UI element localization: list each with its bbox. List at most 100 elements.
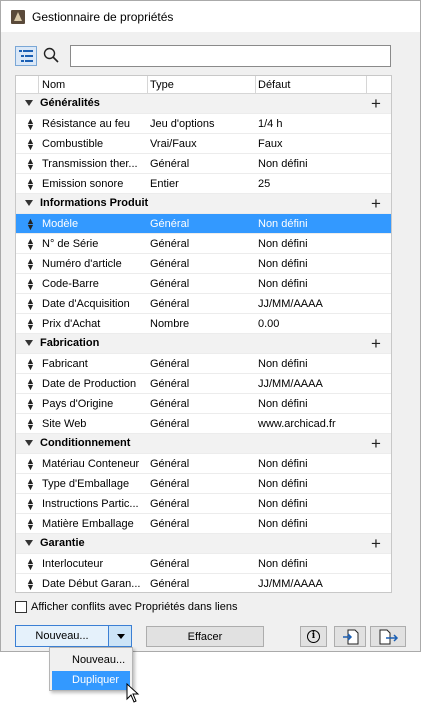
cell-name: Résistance au feu (42, 118, 131, 130)
cell-default: Non défini (258, 278, 308, 290)
group-name: Garantie (40, 537, 85, 549)
cell-default: Non défini (258, 558, 308, 570)
mouse-cursor-icon (126, 683, 140, 703)
cell-type: Général (150, 358, 190, 370)
table-row[interactable]: ▲ ▼ Date de Production Général JJ/MM/AAAA (16, 374, 391, 394)
column-divider[interactable] (147, 76, 148, 94)
collapse-caret-icon[interactable] (25, 540, 33, 546)
clear-button[interactable]: Effacer (146, 626, 264, 647)
add-property-icon[interactable]: + (371, 194, 381, 214)
cell-name: N° de Série (42, 238, 99, 250)
cell-name: Type d'Emballage (42, 478, 130, 490)
cell-name: Date d'Acquisition (42, 298, 130, 310)
table-row[interactable]: ▲ ▼ N° de Série Général Non défini (16, 234, 391, 254)
cell-name: Date Début Garan... (42, 578, 141, 590)
add-property-icon[interactable]: + (371, 434, 381, 454)
column-divider[interactable] (255, 76, 256, 94)
drag-handle-icon[interactable]: ▲ ▼ (26, 137, 35, 152)
search-icon[interactable] (43, 47, 59, 63)
drag-handle-icon[interactable]: ▲ ▼ (26, 157, 35, 172)
cell-name: Numéro d'article (42, 258, 122, 270)
drag-handle-icon[interactable]: ▲ ▼ (26, 257, 35, 272)
table-row[interactable]: ▲ ▼ Date Début Garan... Général JJ/MM/AAAA (16, 574, 391, 592)
drag-handle-icon[interactable]: ▲ ▼ (26, 557, 35, 572)
drag-handle-icon[interactable]: ▲ ▼ (26, 317, 35, 332)
cell-default: JJ/MM/AAAA (258, 378, 323, 390)
show-conflicts-checkbox[interactable] (15, 601, 27, 613)
table-row[interactable]: ▲ ▼ Matériau Conteneur Général Non défini (16, 454, 391, 474)
table-row[interactable]: ▲ ▼ Résistance au feu Jeu d'options 1/4 h (16, 114, 391, 134)
table-body: Généralités + ▲ ▼ Résistance au feu Jeu d'opt… (16, 94, 391, 592)
cell-type: Jeu d'options (150, 118, 215, 130)
drag-handle-icon[interactable]: ▲ ▼ (26, 357, 35, 372)
table-row[interactable]: ▲ ▼ Site Web Général www.archicad.fr (16, 414, 391, 434)
drag-handle-icon[interactable]: ▲ ▼ (26, 577, 35, 592)
table-row[interactable]: ▲ ▼ Type d'Emballage Général Non défini (16, 474, 391, 494)
table-row[interactable]: ▲ ▼ Numéro d'article Général Non défini (16, 254, 391, 274)
drag-handle-icon[interactable]: ▲ ▼ (26, 517, 35, 532)
collapse-caret-icon[interactable] (25, 340, 33, 346)
new-dropdown-menu: Nouveau... Dupliquer (49, 647, 133, 691)
table-row[interactable]: ▲ ▼ Instructions Partic... Général Non défin… (16, 494, 391, 514)
cell-type: Général (150, 418, 190, 430)
column-header-name[interactable]: Nom (42, 79, 65, 91)
table-row[interactable]: ▲ ▼ Transmission ther... Général Non défini (16, 154, 391, 174)
list-view-toggle-button[interactable] (15, 46, 37, 66)
collapse-caret-icon[interactable] (25, 440, 33, 446)
cell-name: Matériau Conteneur (42, 458, 140, 470)
drag-handle-icon[interactable]: ▲ ▼ (26, 297, 35, 312)
drag-handle-icon[interactable]: ▲ ▼ (26, 457, 35, 472)
export-button[interactable] (370, 626, 406, 647)
table-row[interactable]: ▲ ▼ Date d'Acquisition Général JJ/MM/AAAA (16, 294, 391, 314)
collapse-caret-icon[interactable] (25, 200, 33, 206)
drag-handle-icon[interactable]: ▲ ▼ (26, 277, 35, 292)
drag-handle-icon[interactable]: ▲ ▼ (26, 117, 35, 132)
table-row[interactable]: ▲ ▼ Fabricant Général Non défini (16, 354, 391, 374)
app-logo-icon (11, 10, 25, 24)
table-header: Nom Type Défaut (16, 76, 391, 94)
column-header-type[interactable]: Type (150, 79, 174, 91)
drag-handle-icon[interactable]: ▲ ▼ (26, 477, 35, 492)
table-row[interactable]: ▲ ▼ Combustible Vrai/Faux Faux (16, 134, 391, 154)
new-property-button[interactable]: Nouveau... (15, 625, 109, 647)
table-row[interactable]: ▲ ▼ Interlocuteur Général Non défini (16, 554, 391, 574)
cell-name: Transmission ther... (42, 158, 138, 170)
add-property-icon[interactable]: + (371, 334, 381, 354)
drag-handle-icon[interactable]: ▲ ▼ (26, 237, 35, 252)
group-row[interactable]: Conditionnement + (16, 434, 391, 454)
cell-default: Non défini (258, 218, 308, 230)
menu-item-new[interactable]: Nouveau... (52, 651, 130, 670)
search-input[interactable] (70, 45, 391, 67)
info-button[interactable]: i (300, 626, 327, 647)
table-row[interactable]: ▲ ▼ Code-Barre Général Non défini (16, 274, 391, 294)
drag-handle-icon[interactable]: ▲ ▼ (26, 177, 35, 192)
drag-handle-icon[interactable]: ▲ ▼ (26, 417, 35, 432)
table-row[interactable]: ▲ ▼ Prix d'Achat Nombre 0.00 (16, 314, 391, 334)
new-dropdown-button[interactable] (108, 625, 132, 647)
table-row[interactable]: ▲ ▼ Emission sonore Entier 25 (16, 174, 391, 194)
group-name: Généralités (40, 97, 100, 109)
group-row[interactable]: Généralités + (16, 94, 391, 114)
drag-handle-icon[interactable]: ▲ ▼ (26, 377, 35, 392)
cell-default: Non défini (258, 398, 308, 410)
add-property-icon[interactable]: + (371, 534, 381, 554)
drag-handle-icon[interactable]: ▲ ▼ (26, 217, 35, 232)
add-property-icon[interactable]: + (371, 94, 381, 114)
cell-type: Général (150, 218, 190, 230)
group-row[interactable]: Fabrication + (16, 334, 391, 354)
group-row[interactable]: Informations Produit + (16, 194, 391, 214)
drag-handle-icon[interactable]: ▲ ▼ (26, 497, 35, 512)
cell-default: www.archicad.fr (258, 418, 336, 430)
drag-handle-icon[interactable]: ▲ ▼ (26, 397, 35, 412)
menu-item-duplicate[interactable]: Dupliquer (52, 671, 130, 690)
show-conflicts-label: Afficher conflits avec Propriétés dans l… (31, 601, 238, 613)
cell-type: Général (150, 258, 190, 270)
cell-default: JJ/MM/AAAA (258, 298, 323, 310)
group-row[interactable]: Garantie + (16, 534, 391, 554)
table-row[interactable]: ▲ ▼ Modèle Général Non défini (16, 214, 391, 234)
collapse-caret-icon[interactable] (25, 100, 33, 106)
import-button[interactable] (334, 626, 366, 647)
column-header-default[interactable]: Défaut (258, 79, 290, 91)
table-row[interactable]: ▲ ▼ Matière Emballage Général Non défini (16, 514, 391, 534)
table-row[interactable]: ▲ ▼ Pays d'Origine Général Non défini (16, 394, 391, 414)
